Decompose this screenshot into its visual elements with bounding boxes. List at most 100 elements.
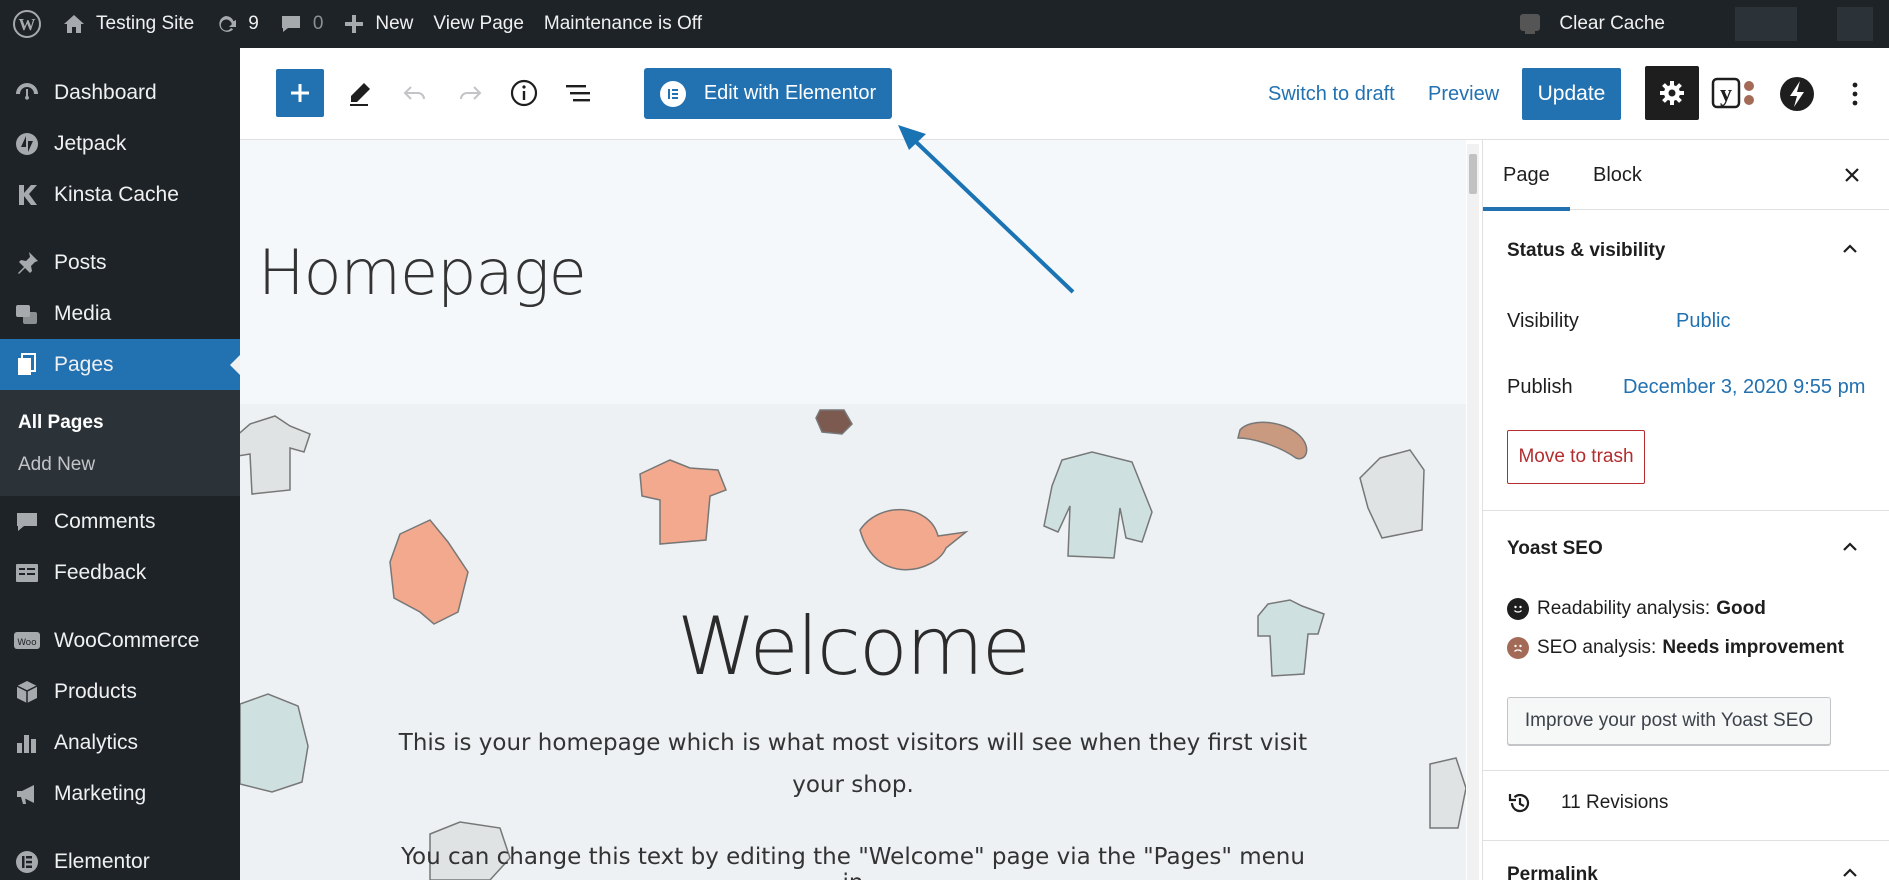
seo-analysis-label: SEO analysis: <box>1537 637 1657 658</box>
site-name-link[interactable]: Testing Site <box>52 0 204 48</box>
intro-paragraph[interactable]: This is your homepage which is what most… <box>390 722 1316 806</box>
jetpack-button[interactable] <box>1775 72 1819 116</box>
intro-paragraph-2[interactable]: You can change this text by editing the … <box>390 844 1316 880</box>
panel-divider <box>1483 770 1889 771</box>
revisions-link[interactable]: 11 Revisions <box>1507 790 1668 816</box>
page-title[interactable]: Homepage <box>258 236 587 309</box>
pages-icon <box>12 350 42 380</box>
close-icon <box>1844 167 1860 183</box>
title-area: Homepage <box>240 140 1466 404</box>
sidebar-item-label: Products <box>54 679 137 703</box>
sidebar-item-elementor[interactable]: Elementor <box>0 836 240 880</box>
more-vertical-icon <box>1851 81 1859 107</box>
maintenance-status[interactable]: Maintenance is Off <box>534 0 712 48</box>
pages-submenu: All Pages Add New <box>0 390 240 496</box>
admin-bar: W Testing Site 9 0 New View Page Mainten… <box>0 0 1889 48</box>
adminbar-extra[interactable] <box>1837 7 1873 41</box>
elementor-icon <box>12 847 42 877</box>
settings-sidebar: Page Block Status & visibility Visibilit… <box>1482 140 1889 880</box>
submenu-all-pages[interactable]: All Pages <box>0 402 240 444</box>
cover-block[interactable]: Welcome This is your homepage which is w… <box>240 404 1466 880</box>
close-settings-button[interactable] <box>1835 158 1869 192</box>
visibility-value[interactable]: Public <box>1676 310 1730 333</box>
yoast-icon: y <box>1711 75 1759 111</box>
sidebar-item-feedback[interactable]: Feedback <box>0 547 240 598</box>
smiley-good-icon <box>1507 598 1529 620</box>
new-label: New <box>375 13 414 34</box>
readability-row: Readability analysis: Good <box>1507 598 1766 620</box>
sidebar-item-woocommerce[interactable]: Woo WooCommerce <box>0 615 240 666</box>
switch-to-draft-button[interactable]: Switch to draft <box>1268 72 1395 116</box>
undo-icon <box>401 79 429 107</box>
sidebar-item-media[interactable]: Media <box>0 288 240 339</box>
sidebar-item-label: Elementor <box>54 849 150 873</box>
sidebar-item-products[interactable]: Products <box>0 666 240 717</box>
chevron-up-icon[interactable] <box>1835 234 1865 264</box>
megaphone-icon <box>12 779 42 809</box>
seo-analysis-row: SEO analysis: Needs improvement <box>1507 637 1844 659</box>
redo-button[interactable] <box>450 73 490 113</box>
undo-button[interactable] <box>395 73 435 113</box>
yoast-button[interactable]: y <box>1710 70 1760 116</box>
status-visibility-title[interactable]: Status & visibility <box>1507 240 1665 262</box>
preview-button[interactable]: Preview <box>1428 72 1499 116</box>
settings-button[interactable] <box>1645 66 1699 120</box>
readability-value: Good <box>1716 598 1766 619</box>
sidebar-item-posts[interactable]: Posts <box>0 237 240 288</box>
sidebar-item-marketing[interactable]: Marketing <box>0 768 240 819</box>
products-icon <box>12 677 42 707</box>
sidebar-item-label: Kinsta Cache <box>54 182 179 206</box>
svg-text:y: y <box>1720 81 1732 107</box>
welcome-heading[interactable]: Welcome <box>240 600 1466 693</box>
chevron-up-icon[interactable] <box>1835 858 1865 880</box>
block-inserter-button[interactable] <box>276 69 324 117</box>
wordpress-logo-icon[interactable]: W <box>0 0 52 48</box>
canvas-scrollbar[interactable] <box>1467 144 1479 880</box>
clear-cache-link[interactable]: Clear Cache <box>1507 0 1675 48</box>
sidebar-item-label: Feedback <box>54 560 147 584</box>
new-content-link[interactable]: New <box>333 0 423 48</box>
chevron-up-icon[interactable] <box>1835 532 1865 562</box>
tab-page[interactable]: Page <box>1483 140 1570 211</box>
scrollbar-thumb[interactable] <box>1469 154 1477 194</box>
publish-date[interactable]: December 3, 2020 9:55 pm <box>1623 376 1865 399</box>
sidebar-item-analytics[interactable]: Analytics <box>0 717 240 768</box>
yoast-seo-title[interactable]: Yoast SEO <box>1507 538 1603 560</box>
move-to-trash-button[interactable]: Move to trash <box>1507 430 1645 484</box>
sidebar-item-label: Jetpack <box>54 131 127 155</box>
sidebar-item-label: Marketing <box>54 781 147 805</box>
site-name-label: Testing Site <box>96 13 195 34</box>
comments-count: 0 <box>312 13 324 34</box>
settings-tabs: Page Block <box>1483 140 1889 211</box>
update-button[interactable]: Update <box>1522 68 1621 120</box>
admin-sidebar: Dashboard Jetpack Kinsta Cache Posts Med… <box>0 48 240 880</box>
submenu-add-new[interactable]: Add New <box>0 444 240 486</box>
tools-button[interactable] <box>340 73 380 113</box>
comments-link[interactable]: 0 <box>269 0 334 48</box>
view-page-link[interactable]: View Page <box>423 0 534 48</box>
updates-link[interactable]: 9 <box>204 0 269 48</box>
sidebar-item-comments[interactable]: Comments <box>0 496 240 547</box>
improve-yoast-button[interactable]: Improve your post with Yoast SEO <box>1507 697 1831 745</box>
sidebar-item-pages[interactable]: Pages <box>0 339 240 390</box>
more-options-button[interactable] <box>1840 72 1870 116</box>
woo-icon: Woo <box>12 626 42 656</box>
sidebar-item-kinsta-cache[interactable]: Kinsta Cache <box>0 169 240 220</box>
edit-with-elementor-button[interactable]: Edit with Elementor <box>644 68 892 119</box>
list-view-button[interactable] <box>558 73 598 113</box>
permalink-title[interactable]: Permalink <box>1507 864 1598 880</box>
edit-elementor-label: Edit with Elementor <box>703 82 877 104</box>
jetpack-icon <box>12 129 42 159</box>
visibility-label: Visibility <box>1507 310 1579 332</box>
sidebar-item-dashboard[interactable]: Dashboard <box>0 67 240 118</box>
pencil-icon <box>346 79 374 107</box>
comment-icon <box>12 507 42 537</box>
panel-divider <box>1483 840 1889 841</box>
details-button[interactable] <box>504 73 544 113</box>
user-avatar[interactable] <box>1735 7 1797 41</box>
sidebar-item-jetpack[interactable]: Jetpack <box>0 118 240 169</box>
jetpack-icon <box>1778 75 1816 113</box>
dashboard-icon <box>12 78 42 108</box>
elementor-icon <box>659 80 686 107</box>
tab-block[interactable]: Block <box>1573 140 1662 210</box>
